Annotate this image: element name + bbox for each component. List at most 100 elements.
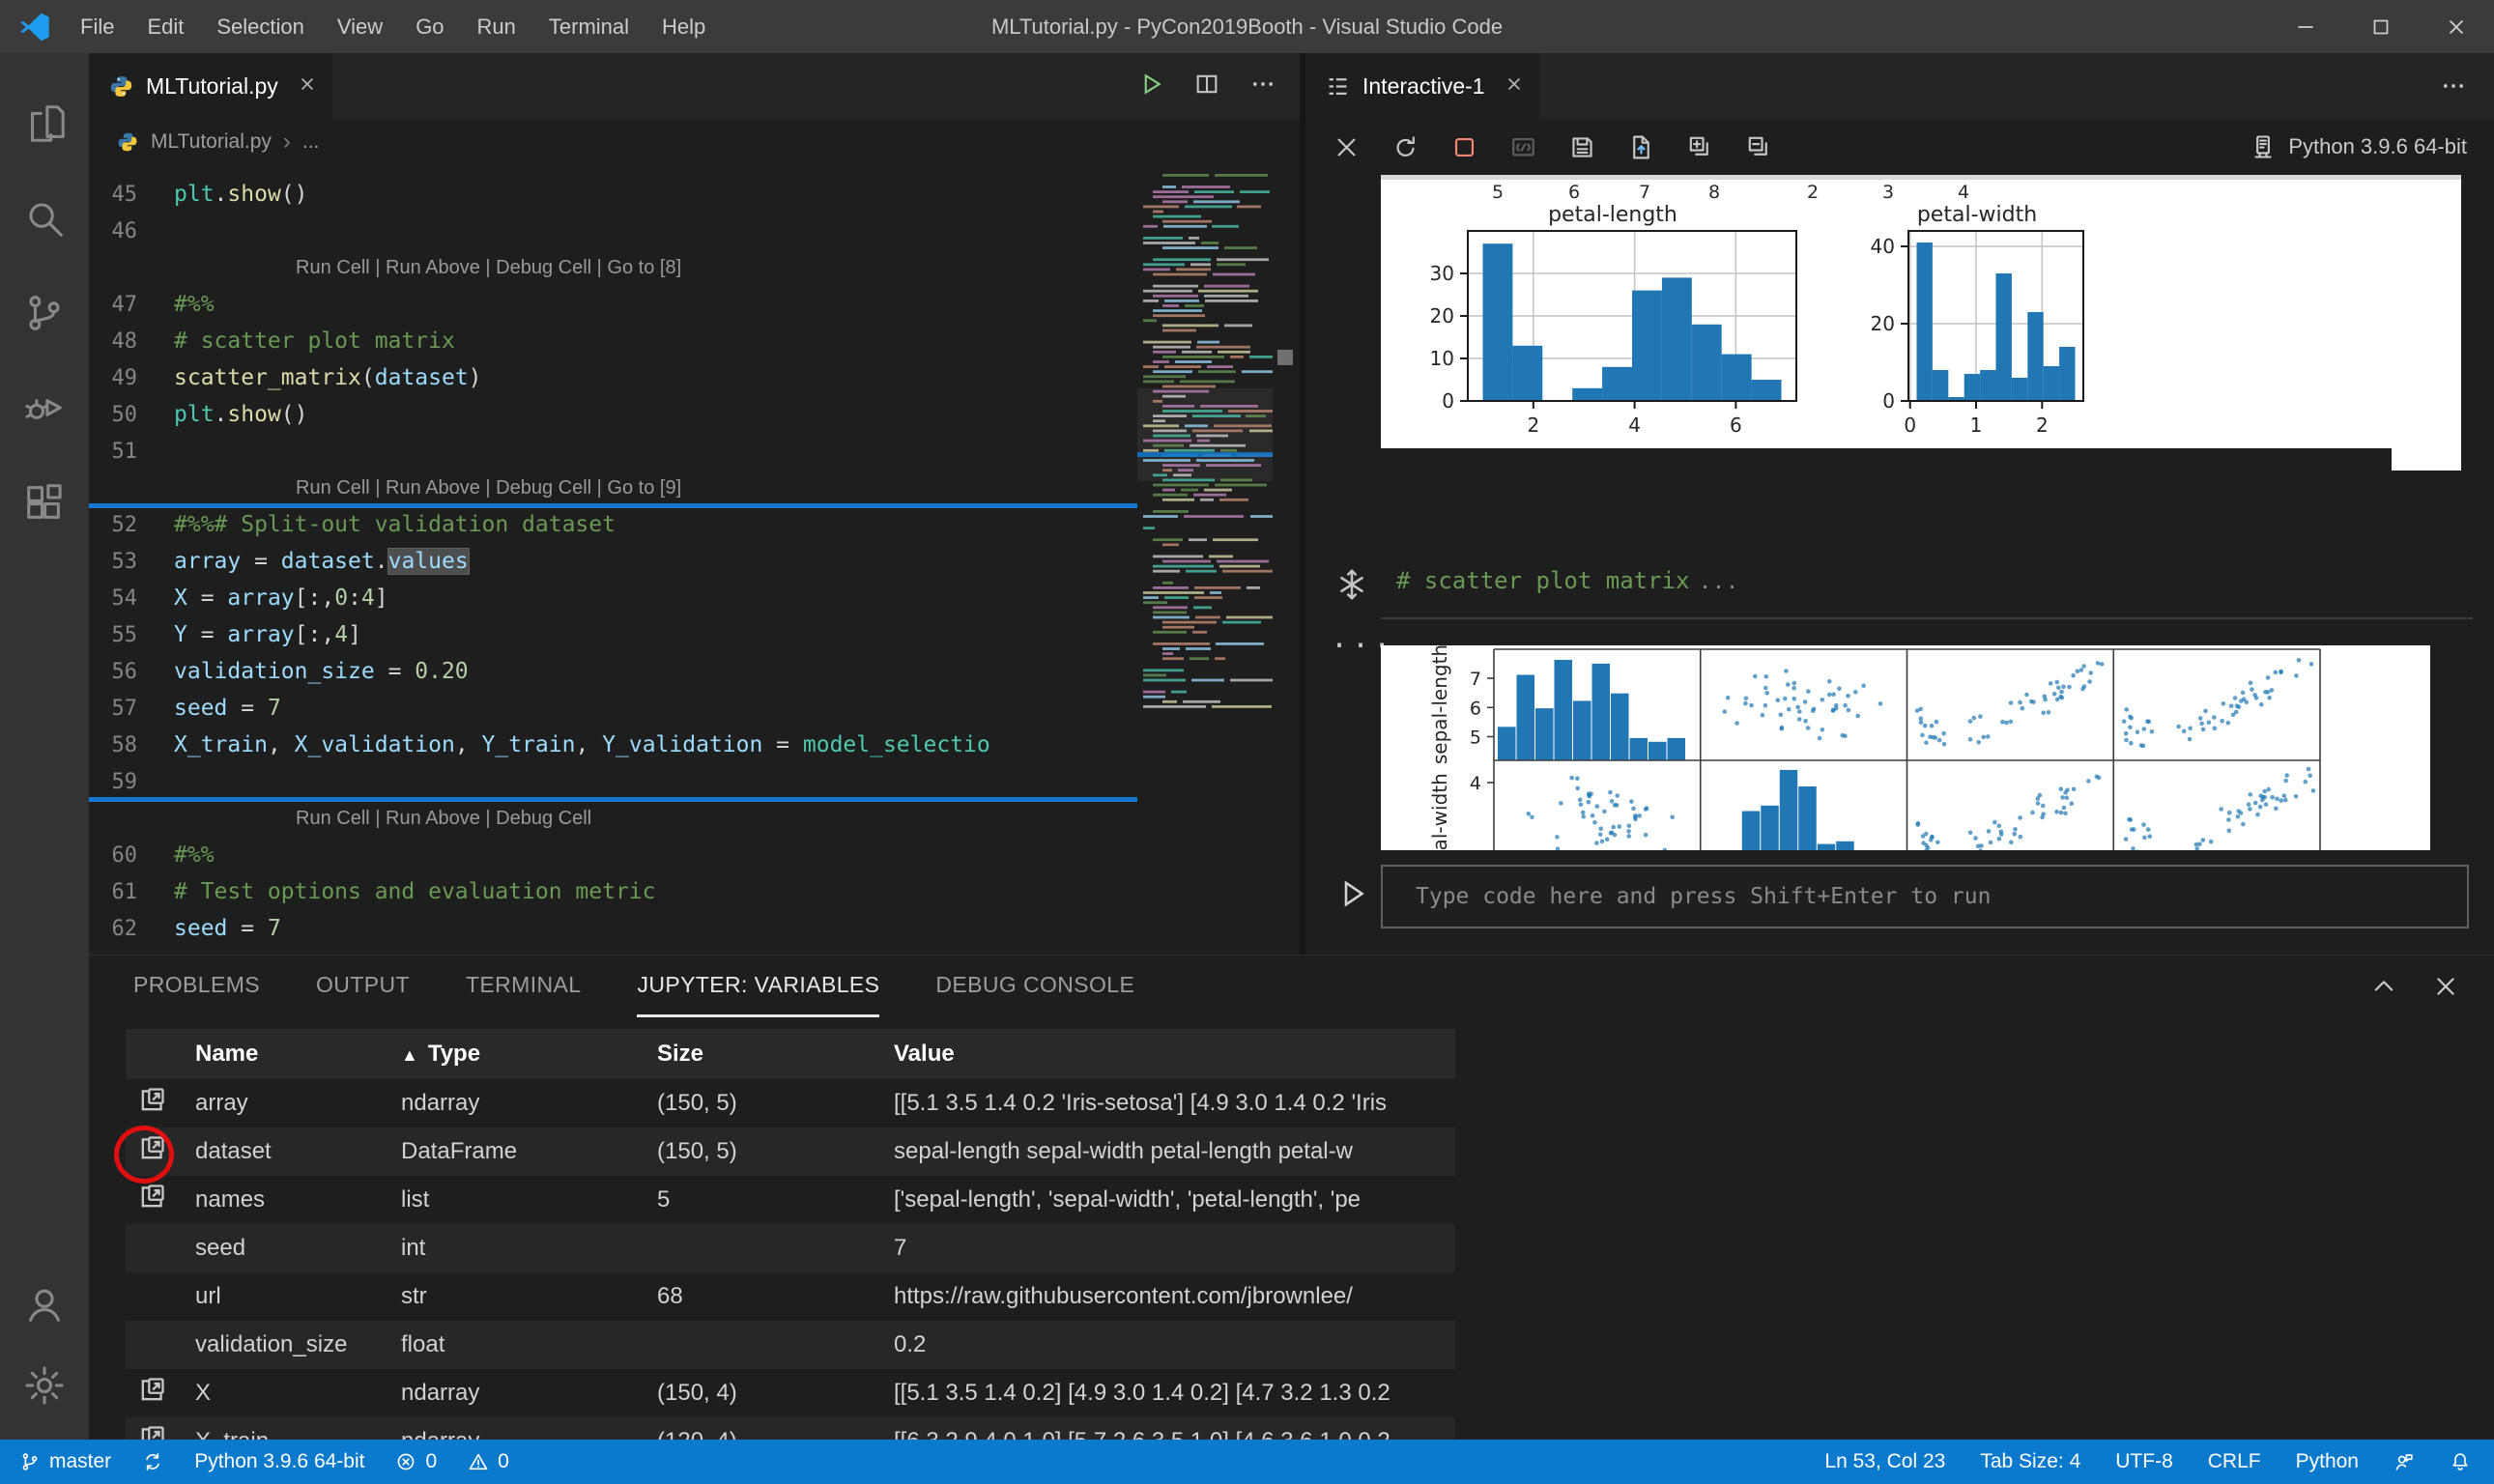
panel-tab-problems[interactable]: PROBLEMS: [133, 956, 260, 1017]
more-actions-icon[interactable]: [2440, 53, 2494, 119]
interrupt-icon[interactable]: [1450, 133, 1478, 161]
variable-row-url[interactable]: urlstr68https://raw.githubusercontent.co…: [126, 1272, 1455, 1321]
status-python[interactable]: Python: [2296, 1450, 2359, 1473]
menu-selection[interactable]: Selection: [200, 0, 321, 53]
export-icon[interactable]: [1627, 133, 1655, 161]
menu-terminal[interactable]: Terminal: [532, 0, 645, 53]
close-panel-icon[interactable]: [2432, 973, 2459, 1000]
code-line: 61# Test options and evaluation metric: [89, 873, 1137, 910]
status-master[interactable]: master: [19, 1450, 111, 1473]
interactive-window: Interactive-1 Python 3.9.6 64-bit 567823…: [1300, 53, 2494, 955]
menu-go[interactable]: Go: [399, 0, 460, 53]
variable-row-validation_size[interactable]: validation_sizefloat0.2: [126, 1321, 1455, 1369]
minimap[interactable]: [1137, 164, 1273, 955]
close-icon[interactable]: [1333, 133, 1361, 161]
column-header-size[interactable]: Size: [657, 1041, 894, 1068]
variable-row-x_train[interactable]: X_trainndarray(120, 4)[[6.3 2.9 4.0 1.0]…: [126, 1417, 1455, 1440]
status-feedback[interactable]: [2394, 1451, 2415, 1472]
editor-scrollbar[interactable]: [1273, 164, 1300, 955]
source-control-icon[interactable]: [0, 266, 89, 360]
maximize-icon[interactable]: [2343, 0, 2419, 53]
more-actions-icon[interactable]: [1249, 71, 1276, 102]
code-line: 59: [89, 763, 1137, 800]
menu-file[interactable]: File: [64, 0, 130, 53]
column-header-type[interactable]: ▲Type: [401, 1041, 657, 1068]
variable-row-names[interactable]: nameslist5['sepal-length', 'sepal-width'…: [126, 1176, 1455, 1224]
variable-row-array[interactable]: arrayndarray(150, 5)[[5.1 3.5 1.4 0.2 'I…: [126, 1079, 1455, 1127]
menu-run[interactable]: Run: [461, 0, 532, 53]
expand-all-icon[interactable]: [1686, 133, 1714, 161]
kernel-selector[interactable]: Python 3.9.6 64-bit: [2250, 133, 2494, 160]
interactive-tab-bar: Interactive-1: [1305, 53, 2494, 119]
explorer-icon[interactable]: [0, 76, 89, 171]
titlebar: FileEditSelectionViewGoRunTerminalHelp M…: [0, 0, 2494, 53]
extensions-icon[interactable]: [0, 455, 89, 550]
open-in-data-viewer-icon[interactable]: [137, 1085, 167, 1122]
status-0[interactable]: 0: [468, 1450, 509, 1473]
variable-row-seed[interactable]: seedint7: [126, 1224, 1455, 1272]
code-input[interactable]: [1381, 865, 2469, 928]
run-input-icon[interactable]: [1334, 876, 1369, 916]
svg-text:2: 2: [1527, 414, 1539, 437]
open-in-data-viewer-icon[interactable]: [137, 1182, 167, 1218]
panel-tab-jupyter-variables[interactable]: JUPYTER: VARIABLES: [637, 956, 879, 1017]
panel-tab-terminal[interactable]: TERMINAL: [466, 956, 582, 1017]
tab-close-icon[interactable]: [298, 74, 317, 99]
open-in-data-viewer-icon[interactable]: [137, 1375, 167, 1412]
variable-size: 5: [657, 1186, 894, 1213]
variable-name: array: [195, 1090, 401, 1117]
variable-type: float: [401, 1331, 657, 1358]
status-tab-size-4[interactable]: Tab Size: 4: [1980, 1450, 2080, 1473]
code-editor[interactable]: 45plt.show()46Run Cell | Run Above | Deb…: [89, 164, 1137, 955]
search-icon[interactable]: [0, 171, 89, 266]
window-controls: [2268, 0, 2494, 53]
status-utf-8[interactable]: UTF-8: [2115, 1450, 2173, 1473]
panel-tab-debug-console[interactable]: DEBUG CONSOLE: [935, 956, 1134, 1017]
variable-value: sepal-length sepal-width petal-length pe…: [894, 1138, 1455, 1165]
run-python-file-icon[interactable]: [1137, 71, 1164, 102]
close-window-icon[interactable]: [2419, 0, 2494, 53]
cell-more[interactable]: ...: [1699, 570, 1739, 593]
split-editor-icon[interactable]: [1193, 71, 1220, 102]
status-crlf[interactable]: CRLF: [2208, 1450, 2261, 1473]
column-header-name[interactable]: Name: [195, 1041, 401, 1068]
annotation-circle: [114, 1126, 174, 1184]
svg-text:sepal-width: sepal-width: [1428, 773, 1451, 850]
histogram-plot-output: 5678234petal-lengthpetal-width0102030246…: [1381, 175, 2461, 448]
status-bell[interactable]: [2450, 1451, 2471, 1472]
tab-mltutorial[interactable]: MLTutorial.py: [89, 53, 332, 119]
breadcrumb[interactable]: MLTutorial.py › ...: [89, 119, 1300, 164]
interactive-content: 5678234petal-lengthpetal-width0102030246…: [1305, 175, 2494, 955]
save-icon[interactable]: [1568, 133, 1596, 161]
variable-row-x[interactable]: Xndarray(150, 4)[[5.1 3.5 1.4 0.2] [4.9 …: [126, 1369, 1455, 1417]
column-header-value[interactable]: Value: [894, 1041, 1455, 1068]
menu-view[interactable]: View: [321, 0, 399, 53]
run-and-debug-icon[interactable]: [0, 360, 89, 455]
maximize-panel-icon[interactable]: [2370, 973, 2397, 1000]
menu-edit[interactable]: Edit: [130, 0, 200, 53]
minimize-icon[interactable]: [2268, 0, 2343, 53]
status-ln-53-col-23[interactable]: Ln 53, Col 23: [1824, 1450, 1945, 1473]
svg-text:10: 10: [1430, 347, 1454, 370]
variable-row-dataset[interactable]: datasetDataFrame(150, 5)sepal-length sep…: [126, 1127, 1455, 1176]
tab-interactive-1[interactable]: Interactive-1: [1305, 53, 1539, 119]
cell-code-comment: # scatter plot matrix...: [1396, 567, 1740, 594]
open-in-data-viewer-icon[interactable]: [137, 1423, 167, 1440]
settings-icon[interactable]: [0, 1345, 89, 1426]
codelens-row[interactable]: Run Cell | Run Above | Debug Cell: [89, 800, 1137, 837]
account-icon[interactable]: [0, 1264, 89, 1345]
tab-label: MLTutorial.py: [146, 73, 278, 100]
code-line: 56validation_size = 0.20: [89, 653, 1137, 690]
panel-tab-output[interactable]: OUTPUT: [316, 956, 410, 1017]
status-sync[interactable]: [142, 1451, 163, 1472]
code-line: 52#%%# Split-out validation dataset: [89, 506, 1137, 543]
status-0[interactable]: 0: [395, 1450, 437, 1473]
codelens-row[interactable]: Run Cell | Run Above | Debug Cell | Go t…: [89, 249, 1137, 286]
menu-help[interactable]: Help: [645, 0, 722, 53]
restart-icon[interactable]: [1391, 133, 1419, 161]
goto-cell-icon[interactable]: [1334, 565, 1369, 609]
codelens-row[interactable]: Run Cell | Run Above | Debug Cell | Go t…: [89, 470, 1137, 506]
tab-close-icon[interactable]: [1505, 74, 1524, 99]
collapse-all-icon[interactable]: [1745, 133, 1773, 161]
status-python-3.9.6-64-bit[interactable]: Python 3.9.6 64-bit: [194, 1450, 364, 1473]
